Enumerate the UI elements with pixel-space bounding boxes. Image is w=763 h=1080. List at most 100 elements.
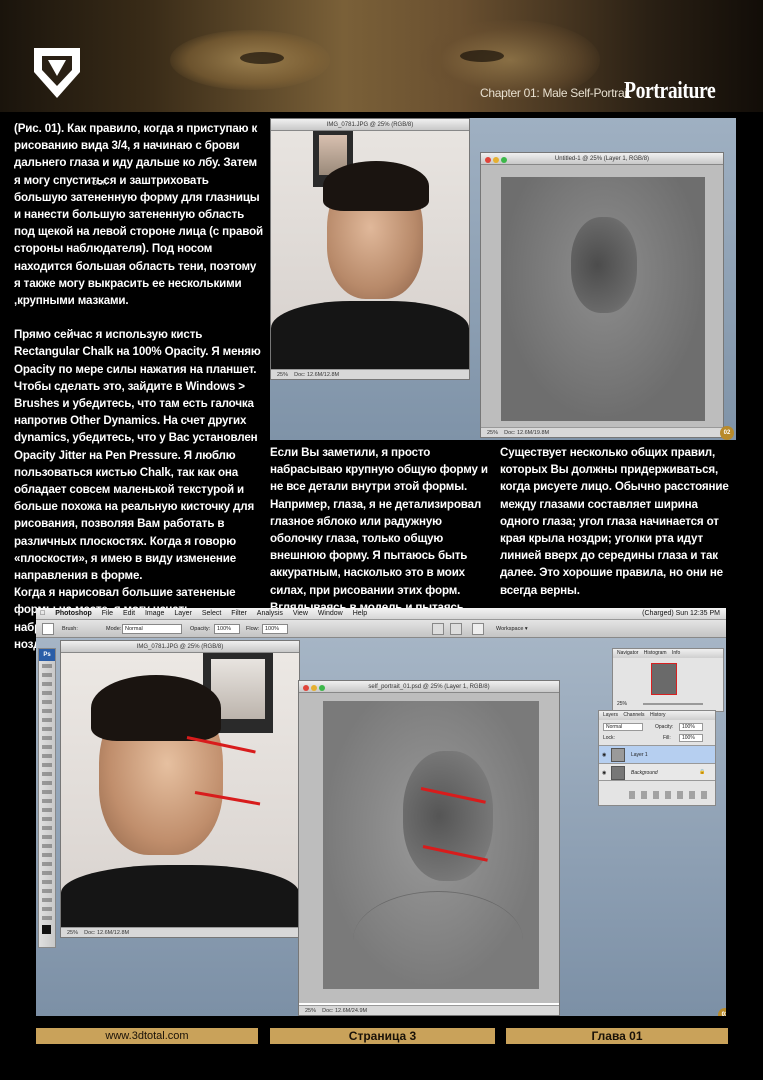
eye-icon[interactable]: ◉ bbox=[602, 770, 606, 776]
menu-item[interactable]: Edit bbox=[123, 610, 135, 617]
psd-window: self_portrait_01.psd @ 25% (Layer 1, RGB… bbox=[298, 680, 560, 1016]
tab-histogram[interactable]: Histogram bbox=[644, 650, 667, 656]
menu-item[interactable]: Window bbox=[318, 610, 343, 617]
sketch-head bbox=[571, 217, 637, 313]
window-titlebar: self_portrait_01.psd @ 25% (Layer 1, RGB… bbox=[299, 681, 559, 693]
lock-label: Lock: bbox=[603, 735, 615, 741]
sketch-paper bbox=[323, 701, 539, 989]
window-statusbar: 25% Doc: 12.6M/24.9M bbox=[299, 1005, 559, 1015]
blend-mode-select[interactable]: Normal bbox=[603, 723, 643, 731]
stray-text: OCK bbox=[92, 180, 108, 187]
layer-action-icons[interactable] bbox=[629, 791, 709, 799]
bridge-icon[interactable] bbox=[450, 623, 462, 635]
middle-text-column: Если Вы заметили, я просто набрасываю кр… bbox=[270, 444, 495, 633]
apple-icon[interactable]:  bbox=[40, 610, 45, 617]
layer-thumbnail bbox=[611, 748, 625, 762]
3dtotal-logo-icon bbox=[34, 48, 80, 98]
hair bbox=[323, 161, 429, 211]
window-statusbar: 25% Doc: 12.6M/12.8M bbox=[61, 927, 299, 937]
menu-item[interactable]: Image bbox=[145, 610, 164, 617]
chapter-label: Chapter 01: Male Self-Portrait bbox=[480, 86, 630, 100]
flow-field[interactable]: 100% bbox=[262, 624, 288, 634]
menubar-clock: (Charged) Sun 12:35 PM bbox=[642, 610, 720, 617]
opacity-field[interactable]: 100% bbox=[214, 624, 240, 634]
flow-label: Flow: bbox=[246, 626, 260, 632]
tab-history[interactable]: History bbox=[650, 712, 666, 718]
sketch-shoulders bbox=[353, 891, 523, 989]
window-title: IMG_0781.JPG @ 25% (RGB/8) bbox=[326, 122, 414, 128]
photo-window: IMG_0781.JPG @ 25% (RGB/8) 25% Doc: 12.6… bbox=[60, 640, 300, 938]
navigator-zoom[interactable]: 25% bbox=[617, 701, 627, 707]
menu-item[interactable]: Photoshop bbox=[55, 610, 92, 617]
ps-logo-icon: Ps bbox=[39, 649, 55, 661]
brush-label: Brush: bbox=[62, 626, 78, 632]
menu-item[interactable]: Filter bbox=[231, 610, 247, 617]
photo-canvas bbox=[271, 131, 469, 369]
figure-number-badge: 02 bbox=[720, 426, 734, 440]
layer-thumbnail bbox=[611, 766, 625, 780]
paragraph: Существует несколько общих правил, котор… bbox=[500, 446, 729, 597]
tool-icons[interactable] bbox=[42, 664, 52, 924]
sketch-canvas bbox=[481, 165, 723, 427]
workspace-icon[interactable] bbox=[472, 623, 484, 635]
window-title: self_portrait_01.psd @ 25% (Layer 1, RGB… bbox=[368, 684, 490, 690]
options-bar: Brush: Mode: Normal Opacity: 100% Flow: … bbox=[36, 620, 726, 638]
figure-03-screenshot:  Photoshop File Edit Image Layer Select… bbox=[36, 608, 726, 1016]
navigator-thumbnail[interactable] bbox=[651, 663, 677, 695]
layer-row[interactable]: ◉ Background 🔒 bbox=[599, 763, 715, 781]
foreground-color-swatch[interactable] bbox=[42, 925, 51, 934]
header-photo-eye bbox=[240, 52, 284, 64]
layer-name: Background bbox=[631, 770, 658, 776]
tab-channels[interactable]: Channels bbox=[623, 712, 644, 718]
figure-02-screenshot: IMG_0781.JPG @ 25% (RGB/8) 25% Doc: 12.6… bbox=[270, 118, 736, 440]
sketch-head bbox=[403, 751, 493, 881]
page-header: Chapter 01: Male Self-Portrait Portraitu… bbox=[0, 0, 763, 112]
hair bbox=[91, 675, 221, 741]
tab-layers[interactable]: Layers bbox=[603, 712, 618, 718]
photo-window: IMG_0781.JPG @ 25% (RGB/8) 25% Doc: 12.6… bbox=[270, 118, 470, 380]
photo-canvas bbox=[61, 653, 299, 927]
tab-navigator[interactable]: Navigator bbox=[617, 650, 638, 656]
opacity-label: Opacity: bbox=[190, 626, 211, 632]
menu-item[interactable]: Layer bbox=[174, 610, 192, 617]
palette-icon[interactable] bbox=[432, 623, 444, 635]
menu-item[interactable]: Analysis bbox=[257, 610, 283, 617]
zoom-slider[interactable] bbox=[643, 703, 703, 705]
fill-label: Fill: bbox=[663, 735, 671, 741]
sketch-paper bbox=[501, 177, 705, 421]
window-titlebar: Untitled-1 @ 25% (Layer 1, RGB/8) bbox=[481, 153, 723, 165]
window-title: IMG_0781.JPG @ 25% (RGB/8) bbox=[136, 644, 224, 650]
menu-item[interactable]: Select bbox=[202, 610, 221, 617]
window-title: Untitled-1 @ 25% (Layer 1, RGB/8) bbox=[554, 156, 650, 162]
mode-select[interactable]: Normal bbox=[122, 624, 182, 634]
menubar:  Photoshop File Edit Image Layer Select… bbox=[36, 608, 726, 620]
mode-label: Mode: bbox=[106, 626, 122, 632]
psd-canvas bbox=[299, 693, 559, 1003]
layer-name: Layer 1 bbox=[631, 752, 648, 758]
window-statusbar: 25% Doc: 12.6M/19.8M bbox=[481, 427, 723, 437]
footer-page-number: Страница 3 bbox=[270, 1028, 495, 1044]
window-titlebar: IMG_0781.JPG @ 25% (RGB/8) bbox=[61, 641, 299, 653]
opacity-label: Opacity: bbox=[655, 724, 674, 730]
page-title: Portraiture bbox=[624, 78, 716, 104]
brush-tool-icon[interactable] bbox=[42, 623, 54, 635]
header-photo-eye bbox=[460, 50, 504, 62]
window-statusbar: 25% Doc: 12.6M/12.8M bbox=[271, 369, 469, 379]
lock-icon: 🔒 bbox=[699, 769, 706, 775]
layer-row[interactable]: ◉ Layer 1 bbox=[599, 745, 715, 763]
footer-website[interactable]: www.3dtotal.com bbox=[36, 1028, 258, 1044]
layers-panel: Layers Channels History Normal Opacity: … bbox=[598, 710, 716, 806]
eye-icon[interactable]: ◉ bbox=[602, 752, 606, 758]
layer-opacity-field[interactable]: 100% bbox=[679, 723, 703, 731]
shirt bbox=[61, 865, 299, 927]
menu-item[interactable]: Help bbox=[353, 610, 367, 617]
paragraph: Если Вы заметили, я просто набрасываю кр… bbox=[270, 446, 488, 631]
menu-item[interactable]: View bbox=[293, 610, 308, 617]
shirt bbox=[271, 301, 469, 369]
left-text-column: (Рис. 01). Как правило, когда я приступа… bbox=[14, 120, 264, 653]
menu-item[interactable]: File bbox=[102, 610, 113, 617]
sketch-window: Untitled-1 @ 25% (Layer 1, RGB/8) 25% Do… bbox=[480, 152, 724, 438]
workspace-menu[interactable]: Workspace ▾ bbox=[496, 620, 528, 638]
tab-info[interactable]: Info bbox=[672, 650, 680, 656]
layer-fill-field[interactable]: 100% bbox=[679, 734, 703, 742]
